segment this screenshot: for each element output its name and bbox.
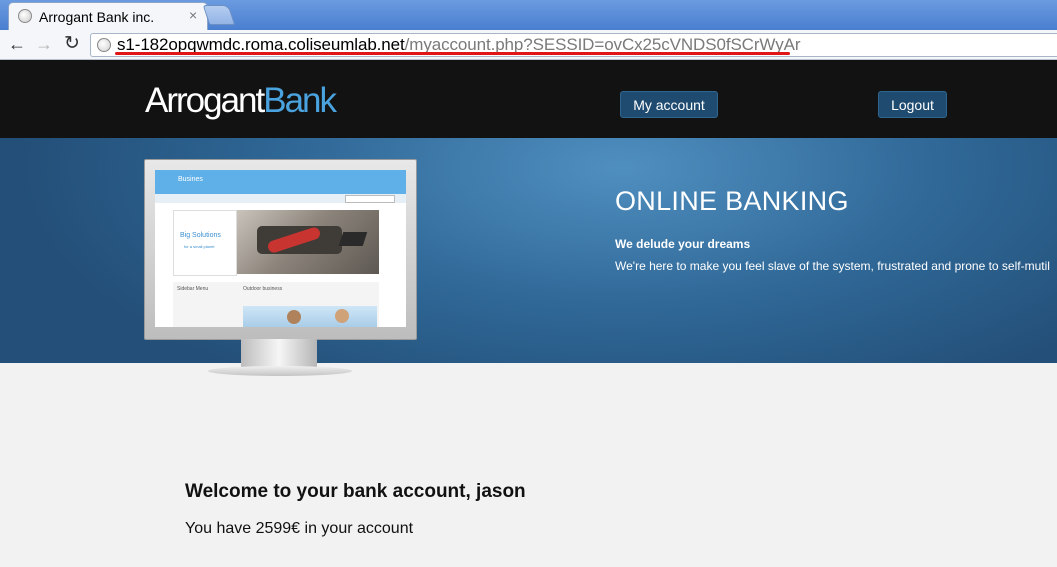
screen-sidebar-title: Sidebar Menu — [177, 286, 209, 292]
screen-brand: Busines — [178, 176, 203, 183]
person-head-shape — [335, 309, 349, 323]
screen-hero-title: Big Solutions — [180, 232, 221, 239]
browser-tab[interactable]: Arrogant Bank inc. × — [8, 2, 208, 30]
screen-hero-text-box: Big Solutions for a small planet — [173, 210, 237, 276]
screen-header: Busines — [155, 170, 406, 194]
logout-button[interactable]: Logout — [878, 91, 947, 118]
banner-subtitle: We delude your dreams — [615, 237, 751, 251]
my-account-button[interactable]: My account — [620, 91, 718, 118]
globe-icon — [18, 9, 32, 23]
monitor-illustration: Busines Big Solutions for a small planet… — [144, 159, 417, 340]
account-balance: You have 2599€ in your account — [185, 520, 414, 537]
monitor-stand-base — [208, 366, 352, 376]
screen-hero-sub: for a small planet — [184, 244, 215, 249]
site-header: ArrogantBank My account Logout — [0, 60, 1057, 138]
monitor-screen: Busines Big Solutions for a small planet… — [155, 170, 406, 327]
site-logo[interactable]: ArrogantBank — [145, 81, 337, 121]
logo-text-arrogant: Arrogant — [145, 81, 265, 120]
back-arrow-icon[interactable]: ← — [8, 32, 26, 56]
banner-text: We're here to make you feel slave of the… — [615, 259, 1050, 273]
screen-content-area: Sidebar Menu Outdoor business — [173, 282, 379, 327]
welcome-heading: Welcome to your bank account, jason — [185, 481, 526, 502]
forward-arrow-icon[interactable]: → — [35, 32, 53, 56]
screen-hero-photo — [237, 210, 379, 274]
monitor-stand-neck — [241, 339, 317, 369]
close-icon[interactable]: × — [189, 7, 197, 23]
laptop-shape — [338, 232, 368, 246]
new-tab-button[interactable] — [202, 5, 236, 25]
tab-title: Arrogant Bank inc. — [39, 9, 155, 25]
screen-search-box — [345, 195, 395, 203]
screen-col-title: Outdoor business — [243, 286, 283, 292]
browser-toolbar: ← → ↻ s1-182opqwmdc.roma.coliseumlab.net… — [0, 30, 1057, 60]
screen-people-photo — [243, 306, 377, 327]
logo-text-bank: Bank — [263, 81, 337, 120]
person-head-shape — [287, 310, 301, 324]
browser-tab-strip: Arrogant Bank inc. × — [0, 0, 1057, 30]
reload-icon[interactable]: ↻ — [64, 32, 80, 56]
banner-title: ONLINE BANKING — [615, 186, 849, 216]
address-bar[interactable]: s1-182opqwmdc.roma.coliseumlab.net/myacc… — [90, 33, 1057, 57]
page-info-icon[interactable] — [97, 38, 111, 52]
url-highlight-underline — [115, 52, 790, 55]
